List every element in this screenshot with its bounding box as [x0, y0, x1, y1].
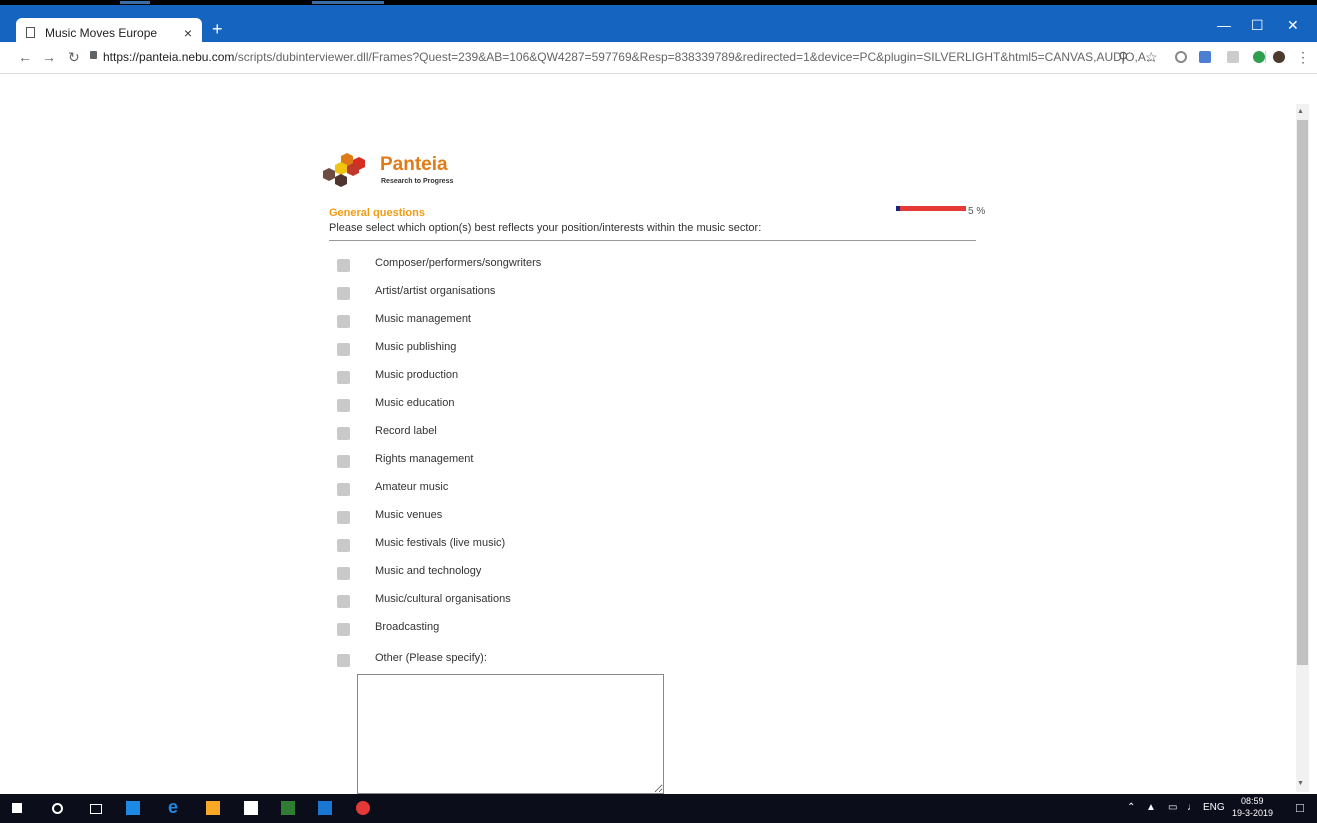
option-label: Composer/performers/songwriters: [375, 257, 542, 269]
strip-highlight: [120, 1, 150, 4]
option-label: Music festivals (live music): [375, 537, 506, 549]
new-tab-button[interactable]: +: [212, 19, 223, 40]
evernote-extension-icon[interactable]: [1253, 51, 1265, 63]
scrollbar-thumb[interactable]: [1297, 120, 1308, 665]
scroll-up-icon[interactable]: ▲: [1297, 108, 1304, 115]
volume-muted-icon[interactable]: ♩: [1187, 802, 1197, 813]
pdf-extension-icon[interactable]: [1227, 51, 1239, 63]
option-label: Music and technology: [375, 565, 482, 577]
option-label: Record label: [375, 425, 437, 437]
back-icon[interactable]: ←: [18, 49, 32, 65]
checkbox[interactable]: [337, 399, 350, 412]
store-icon[interactable]: [244, 801, 258, 815]
section-title: General questions: [329, 207, 425, 219]
checkbox[interactable]: [337, 567, 350, 580]
url-path: /scripts/dubinterviewer.dll/Frames?Quest…: [234, 50, 1156, 64]
checkbox[interactable]: [337, 315, 350, 328]
translate-extension-icon[interactable]: [1199, 51, 1211, 63]
file-explorer-icon[interactable]: [206, 801, 220, 815]
reload-icon[interactable]: ↻: [68, 49, 80, 66]
logo-hex-darkbrown: [335, 174, 347, 187]
close-tab-icon[interactable]: ×: [184, 25, 192, 41]
windows-taskbar: e ⌃ ▲ ▭ ♩ ENG 08:59 19-3-2019 □: [0, 794, 1317, 823]
option-label: Music management: [375, 313, 471, 325]
chrome-icon[interactable]: [356, 801, 370, 815]
option-label: Amateur music: [375, 481, 449, 493]
url-host: https://panteia.nebu.com: [103, 50, 235, 64]
option-label: Artist/artist organisations: [375, 285, 496, 297]
extension-circle-icon[interactable]: [1175, 51, 1187, 63]
brand-tagline: Research to Progress: [381, 178, 454, 185]
checkbox[interactable]: [337, 595, 350, 608]
word-icon[interactable]: [318, 801, 332, 815]
outlook-icon[interactable]: [126, 801, 140, 815]
checkbox[interactable]: [337, 654, 350, 667]
tab-title: Music Moves Europe: [45, 25, 158, 40]
checkbox[interactable]: [337, 427, 350, 440]
display-icon[interactable]: ▭: [1168, 802, 1177, 813]
forward-icon[interactable]: →: [42, 49, 56, 65]
search-icon[interactable]: [52, 803, 63, 814]
logo-hex-brown: [323, 168, 335, 181]
option-label: Music venues: [375, 509, 443, 521]
language-indicator[interactable]: ENG: [1203, 802, 1225, 813]
checkbox[interactable]: [337, 539, 350, 552]
lock-icon: [90, 51, 97, 59]
network-icon[interactable]: ▲: [1146, 802, 1156, 813]
maximize-icon[interactable]: ☐: [1251, 17, 1264, 34]
checkbox[interactable]: [337, 511, 350, 524]
task-view-icon[interactable]: [90, 804, 102, 814]
strip-highlight: [312, 1, 384, 4]
address-bar[interactable]: https://panteia.nebu.com/scripts/dubinte…: [103, 50, 1156, 64]
checkbox[interactable]: [337, 287, 350, 300]
close-window-icon[interactable]: ✕: [1287, 17, 1299, 34]
toolbar-divider: [1265, 51, 1266, 63]
checkbox[interactable]: [337, 455, 350, 468]
option-label: Other (Please specify):: [375, 652, 487, 664]
menu-dots-icon[interactable]: ⋮: [1296, 49, 1310, 66]
clock-time[interactable]: 08:59: [1241, 796, 1264, 806]
option-label: Rights management: [375, 453, 474, 465]
edge-icon[interactable]: e: [168, 797, 182, 817]
option-label: Broadcasting: [375, 621, 440, 633]
page-icon: [26, 27, 35, 38]
bookmark-star-icon[interactable]: ☆: [1145, 49, 1158, 66]
start-icon[interactable]: [12, 803, 22, 813]
option-label: Music education: [375, 397, 455, 409]
tray-chevron-icon[interactable]: ⌃: [1127, 802, 1135, 813]
question-text: Please select which option(s) best refle…: [329, 222, 762, 234]
progress-bar: [896, 206, 966, 211]
checkbox[interactable]: [337, 623, 350, 636]
option-label: Music production: [375, 369, 459, 381]
browser-titlebar: Music Moves Europe × + — ☐ ✕: [0, 5, 1317, 54]
checkbox[interactable]: [337, 259, 350, 272]
checkbox[interactable]: [337, 371, 350, 384]
panteia-logo: [323, 153, 365, 187]
excel-icon[interactable]: [281, 801, 295, 815]
profile-avatar[interactable]: [1273, 51, 1285, 63]
zoom-icon[interactable]: ⚲: [1118, 49, 1128, 66]
minimize-icon[interactable]: —: [1217, 17, 1231, 33]
progress-label: 5 %: [968, 206, 986, 217]
other-specify-input[interactable]: [357, 674, 664, 794]
clock-date[interactable]: 19-3-2019: [1232, 808, 1273, 818]
divider: [329, 240, 976, 241]
browser-toolbar: ← → ↻ https://panteia.nebu.com/scripts/d…: [0, 42, 1317, 74]
option-label: Music publishing: [375, 341, 457, 353]
brand-name: Panteia: [380, 154, 448, 175]
notifications-icon[interactable]: □: [1296, 800, 1304, 815]
scroll-down-icon[interactable]: ▼: [1297, 780, 1304, 787]
option-label: Music/cultural organisations: [375, 593, 511, 605]
checkbox[interactable]: [337, 483, 350, 496]
progress-fill: [896, 206, 900, 211]
checkbox[interactable]: [337, 343, 350, 356]
